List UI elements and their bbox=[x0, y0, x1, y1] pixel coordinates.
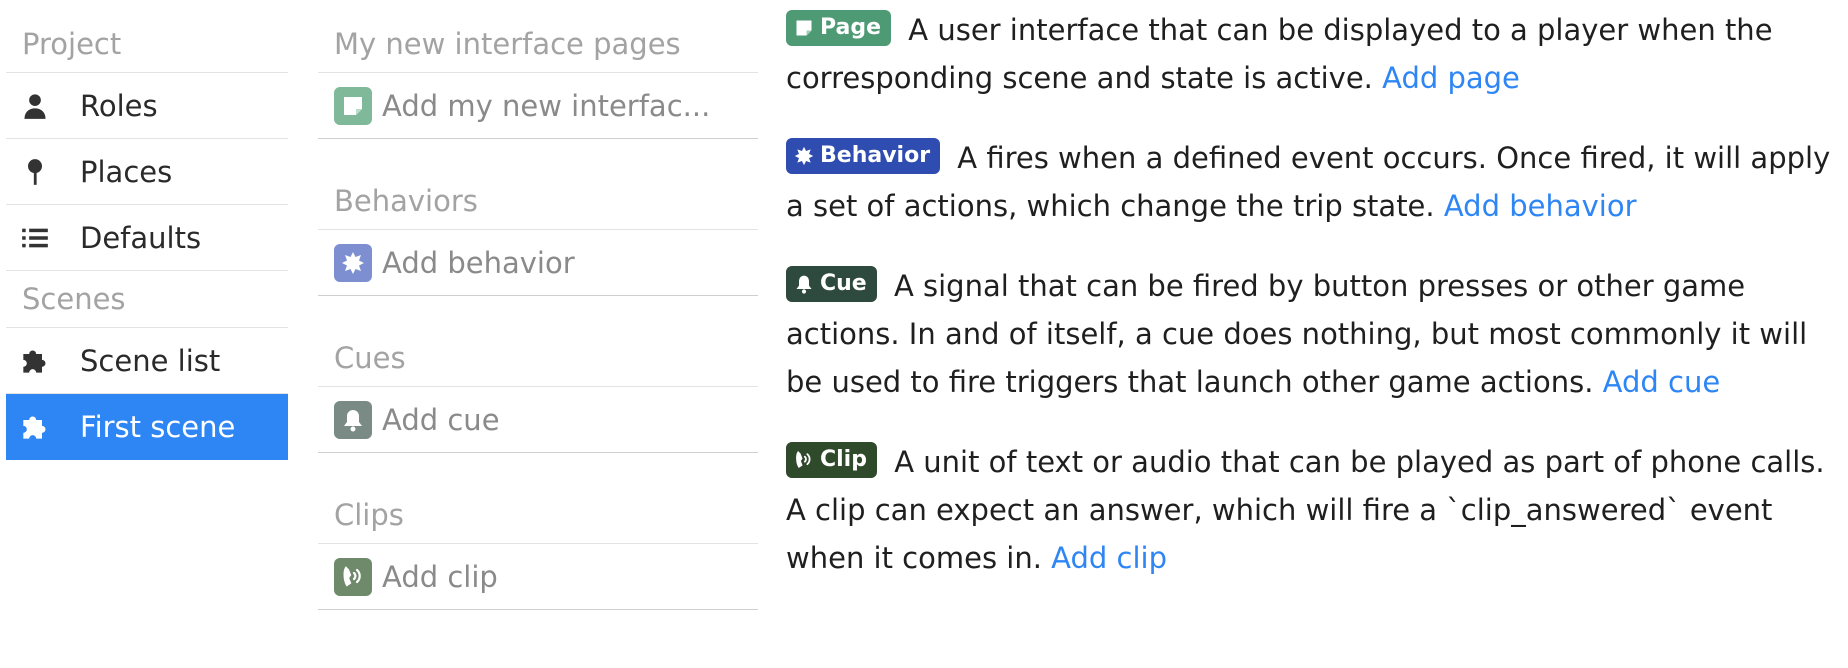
phone-volume-icon bbox=[796, 451, 811, 468]
behavior-icon bbox=[794, 146, 814, 166]
sidebar-item-label: Defaults bbox=[80, 220, 202, 255]
behavior-badge-label: Behavior bbox=[820, 143, 931, 168]
scenes-section-header: Scenes bbox=[6, 271, 288, 328]
cue-badge: Cue bbox=[786, 266, 877, 302]
phone-volume-icon bbox=[334, 557, 372, 596]
behaviors-section-header: Behaviors bbox=[318, 173, 758, 230]
sidebar-item-label: Roles bbox=[80, 88, 158, 123]
add-clip-link[interactable]: Add clip bbox=[1051, 541, 1167, 575]
add-behavior-link[interactable]: Add behavior bbox=[1444, 189, 1637, 223]
list-icon bbox=[20, 223, 50, 253]
project-sidebar: Project Roles Places Defaults Scenes Sce… bbox=[6, 16, 288, 460]
page-icon bbox=[334, 86, 372, 125]
behavior-icon bbox=[334, 243, 372, 282]
sidebar-item-first-scene[interactable]: First scene bbox=[6, 394, 288, 460]
bell-icon bbox=[334, 400, 372, 439]
clip-badge: Clip bbox=[786, 442, 877, 478]
add-page-link[interactable]: Add page bbox=[1382, 61, 1520, 95]
sidebar-item-label: First scene bbox=[80, 409, 236, 444]
add-page-item[interactable]: Add my new interfac... bbox=[318, 73, 758, 139]
sidebar-item-label: Places bbox=[80, 154, 173, 189]
puzzle-icon bbox=[20, 346, 50, 376]
bell-icon bbox=[796, 275, 812, 294]
clip-badge-label: Clip bbox=[820, 447, 867, 472]
page-badge: Page bbox=[786, 10, 892, 46]
resource-descriptions: Page A user interface that can be displa… bbox=[786, 6, 1846, 614]
pages-section-header: My new interface pages bbox=[318, 16, 758, 73]
cue-description: Cue A signal that can be fired by button… bbox=[786, 262, 1846, 406]
cue-badge-label: Cue bbox=[820, 271, 867, 296]
user-icon bbox=[20, 91, 50, 121]
clip-description: Clip A unit of text or audio that can be… bbox=[786, 438, 1846, 582]
page-badge-label: Page bbox=[820, 15, 882, 40]
page-description: Page A user interface that can be displa… bbox=[786, 6, 1846, 102]
add-behavior-item[interactable]: Add behavior bbox=[318, 230, 758, 296]
sidebar-item-defaults[interactable]: Defaults bbox=[6, 205, 288, 271]
add-clip-item[interactable]: Add clip bbox=[318, 544, 758, 610]
sidebar-item-places[interactable]: Places bbox=[6, 139, 288, 205]
sidebar-item-scene-list[interactable]: Scene list bbox=[6, 328, 288, 394]
scene-resources-panel: My new interface pages Add my new interf… bbox=[318, 16, 758, 610]
add-page-label: Add my new interfac... bbox=[382, 88, 711, 123]
behavior-description-text: A fires when a defined event occurs. Onc… bbox=[786, 141, 1831, 223]
page-description-text: A user interface that can be displayed t… bbox=[786, 13, 1773, 95]
clips-section-header: Clips bbox=[318, 487, 758, 544]
cues-section-header: Cues bbox=[318, 330, 758, 387]
add-behavior-label: Add behavior bbox=[382, 245, 575, 280]
page-icon bbox=[796, 20, 812, 36]
behavior-description: Behavior A fires when a defined event oc… bbox=[786, 134, 1846, 230]
add-clip-label: Add clip bbox=[382, 559, 498, 594]
add-cue-item[interactable]: Add cue bbox=[318, 387, 758, 453]
add-cue-link[interactable]: Add cue bbox=[1603, 365, 1721, 399]
sidebar-item-label: Scene list bbox=[80, 343, 221, 378]
puzzle-icon bbox=[20, 412, 50, 442]
sidebar-item-roles[interactable]: Roles bbox=[6, 73, 288, 139]
clip-description-text: A unit of text or audio that can be play… bbox=[786, 445, 1825, 575]
pin-icon bbox=[20, 157, 50, 187]
project-section-header: Project bbox=[6, 16, 288, 73]
behavior-badge: Behavior bbox=[786, 138, 941, 174]
add-cue-label: Add cue bbox=[382, 402, 500, 437]
